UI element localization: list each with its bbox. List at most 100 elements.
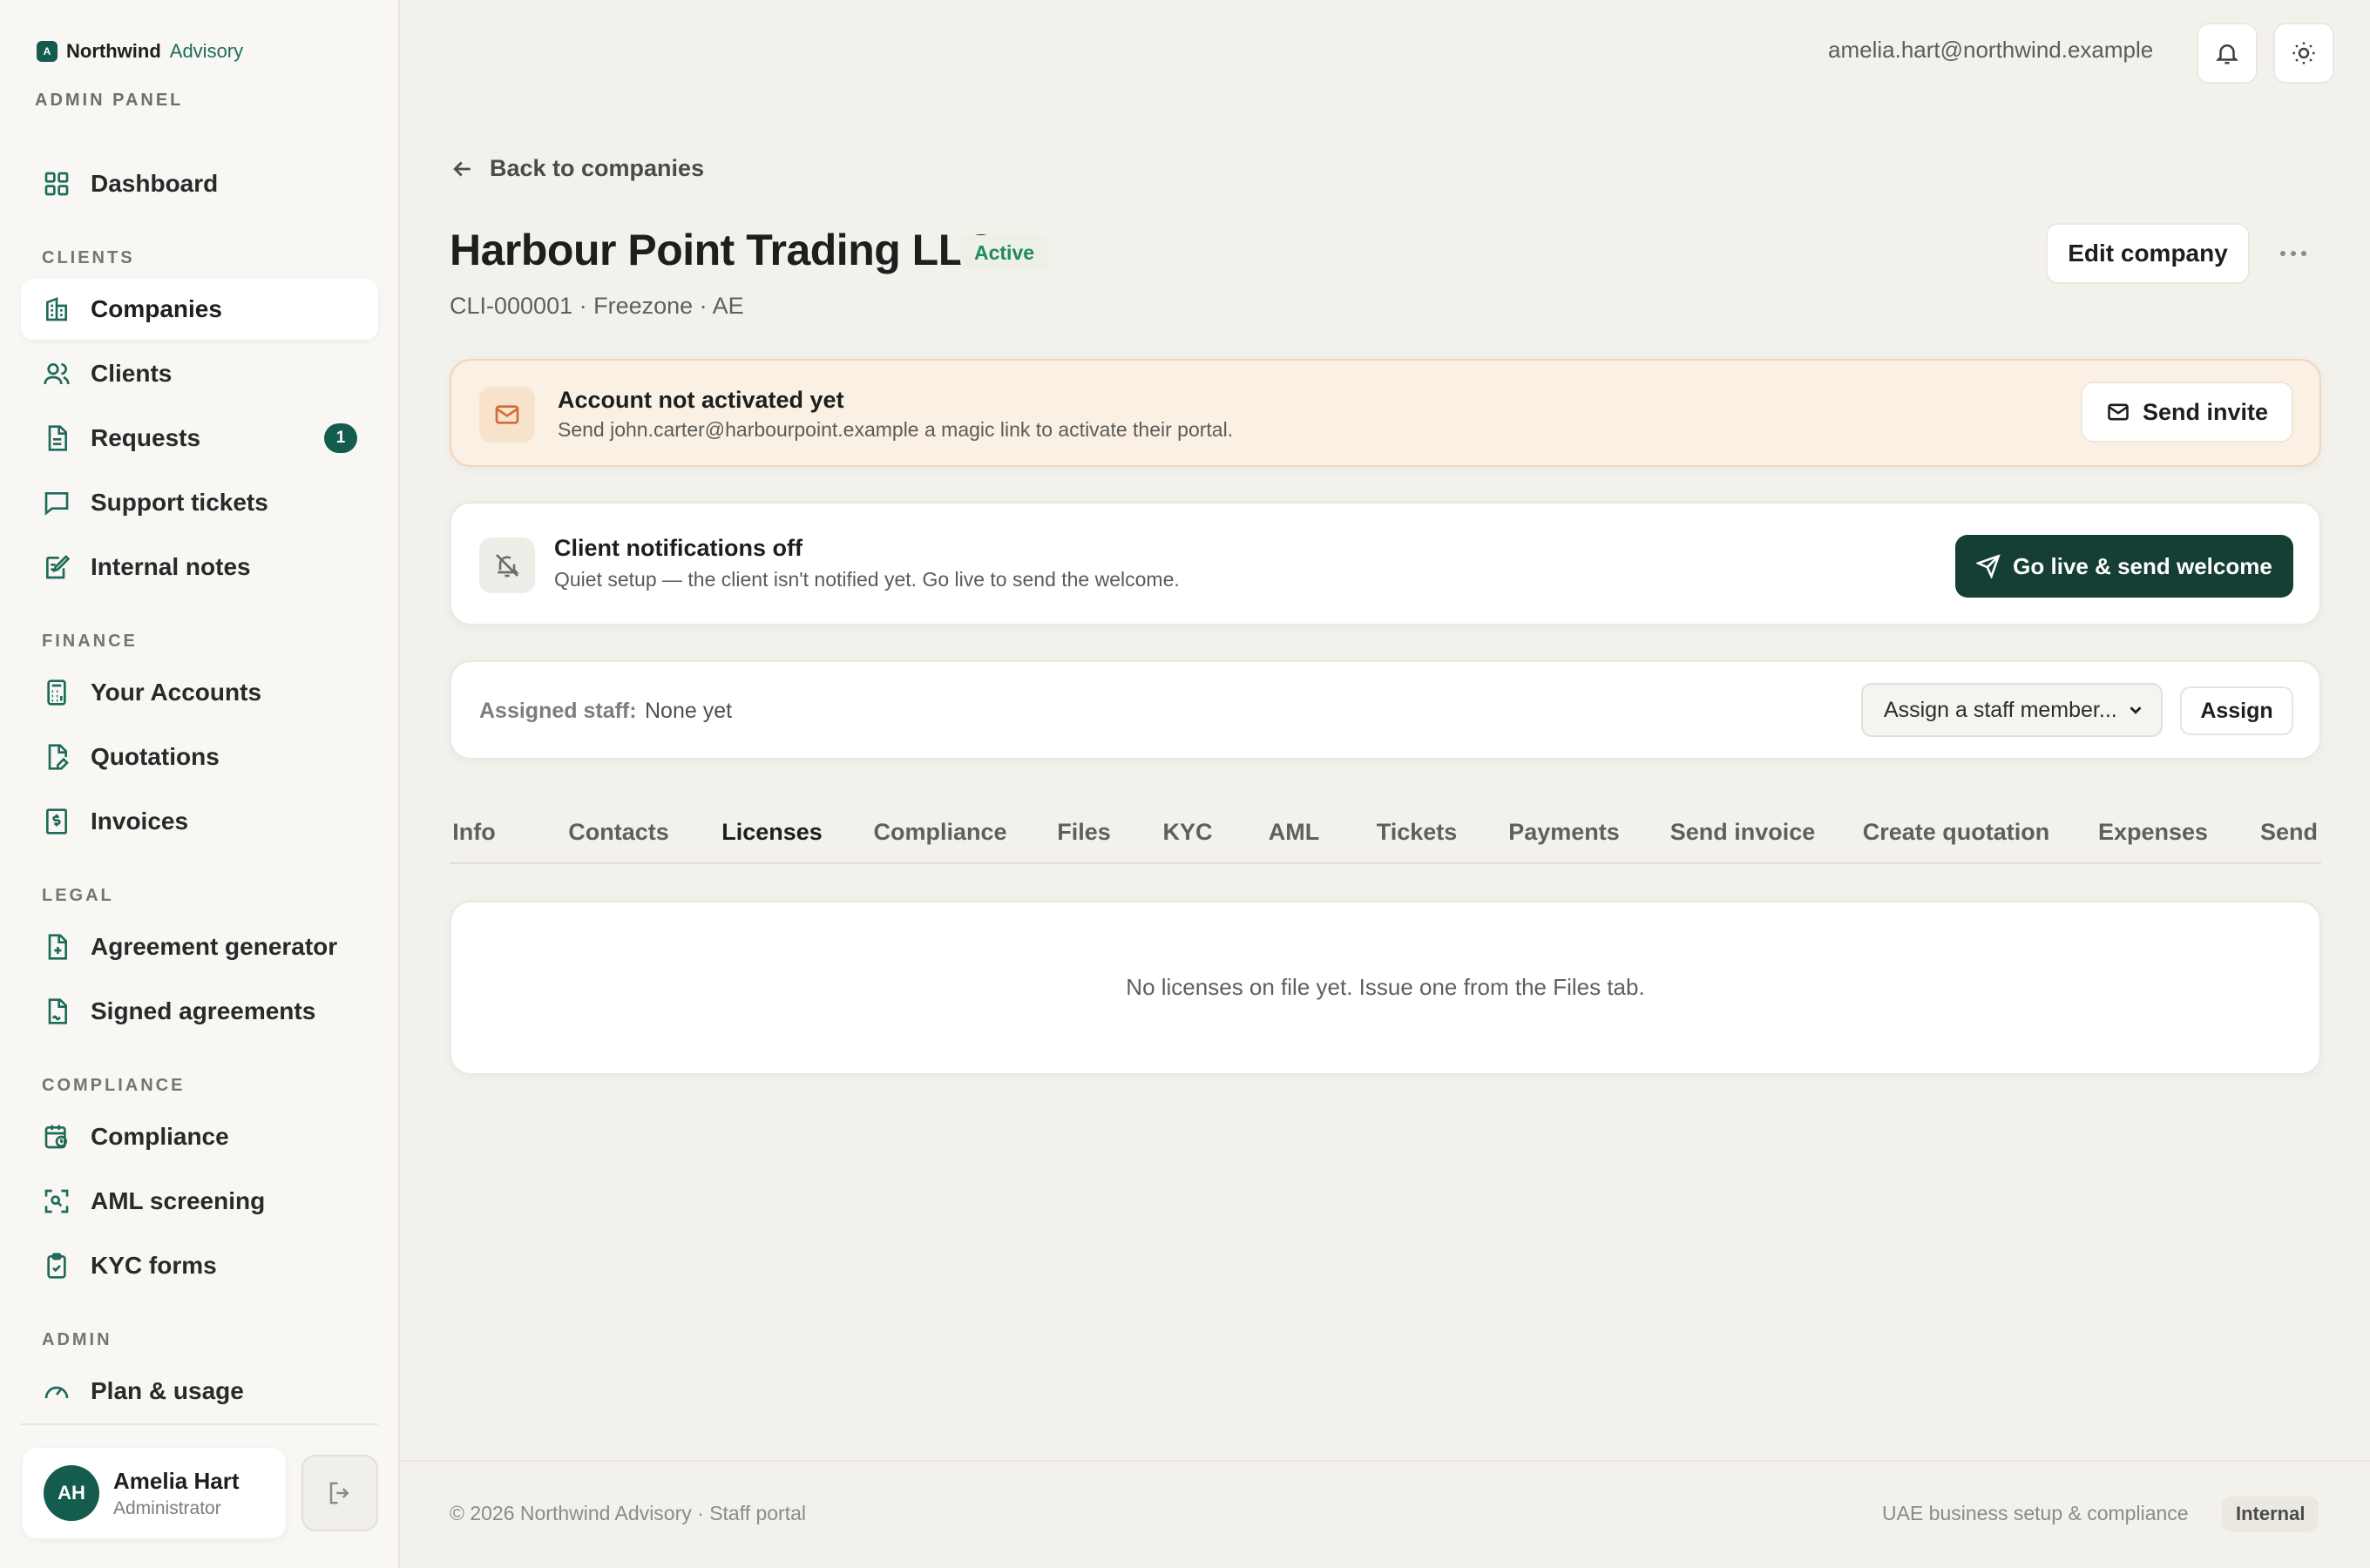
- sidebar-item-your-accounts[interactable]: Your Accounts: [21, 662, 378, 723]
- more-dot-icon: [2291, 251, 2296, 256]
- sidebar-item-requests[interactable]: Requests 1: [21, 408, 378, 469]
- nav-section-admin: ADMIN: [42, 1330, 112, 1349]
- brand-mark-icon: A: [37, 41, 58, 62]
- sidebar-item-label: Companies: [91, 295, 222, 322]
- send-invite-button[interactable]: Send invite: [2081, 382, 2293, 443]
- more-dot-icon: [2301, 251, 2306, 256]
- sidebar-item-kyc-forms[interactable]: KYC forms: [21, 1235, 378, 1296]
- tab-send-invoice[interactable]: Send invoice: [1670, 800, 1816, 862]
- sidebar-item-label: KYC forms: [91, 1252, 217, 1279]
- sidebar-item-plan-usage[interactable]: Plan & usage: [21, 1361, 378, 1422]
- file-pen-icon: [42, 742, 71, 772]
- go-live-button[interactable]: Go live & send welcome: [1955, 535, 2293, 598]
- notifications-title: Client notifications off: [554, 535, 802, 561]
- sidebar-item-label: Compliance: [91, 1123, 229, 1150]
- logout-button[interactable]: [301, 1455, 378, 1531]
- brand-name: Northwind: [66, 40, 161, 62]
- gauge-icon: [42, 1376, 71, 1406]
- sidebar-item-compliance[interactable]: Compliance: [21, 1106, 378, 1167]
- tab-files[interactable]: Files: [1057, 800, 1111, 862]
- sidebar-item-label: Internal notes: [91, 553, 251, 580]
- licenses-panel: No licenses on file yet. Issue one from …: [450, 901, 2321, 1075]
- tab-licenses[interactable]: Licenses: [701, 800, 843, 862]
- sidebar-item-dashboard[interactable]: Dashboard: [21, 153, 378, 214]
- notifications-button[interactable]: [2197, 23, 2258, 84]
- send-invite-label: Send invite: [2142, 398, 2269, 425]
- avatar: AH: [44, 1465, 99, 1521]
- sidebar-item-internal-notes[interactable]: Internal notes: [21, 537, 378, 598]
- tab-tickets[interactable]: Tickets: [1375, 800, 1459, 862]
- file-plus-icon: [42, 932, 71, 962]
- tab-info[interactable]: Info: [450, 800, 498, 862]
- nav-section-finance: FINANCE: [42, 632, 138, 651]
- edit-company-button[interactable]: Edit company: [2046, 223, 2250, 284]
- sidebar-item-quotations[interactable]: Quotations: [21, 727, 378, 787]
- sidebar-item-label: Support tickets: [91, 489, 268, 516]
- nav-section-clients: CLIENTS: [42, 248, 135, 267]
- sidebar-item-clients[interactable]: Clients: [21, 343, 378, 404]
- user-info: Amelia Hart Administrator: [113, 1468, 240, 1519]
- tab-aml[interactable]: AML: [1267, 800, 1321, 862]
- company-meta: CLI-000001 · Freezone · AE: [450, 293, 744, 319]
- sidebar-item-support-tickets[interactable]: Support tickets: [21, 472, 378, 533]
- user-role: Administrator: [113, 1497, 221, 1518]
- company-tabs: Info Contacts Licenses Compliance Files …: [450, 800, 2321, 864]
- sidebar-item-label: Agreement generator: [91, 933, 338, 960]
- mail-icon: [2108, 403, 2129, 421]
- activation-description: Send john.carter@harbourpoint.example a …: [558, 418, 1234, 441]
- tab-contacts[interactable]: Contacts: [568, 800, 669, 862]
- theme-toggle-button[interactable]: [2273, 23, 2334, 84]
- nav-section-compliance: COMPLIANCE: [42, 1076, 186, 1095]
- activation-alert: Account not activated yet Send john.cart…: [450, 359, 2321, 467]
- sidebar-item-companies[interactable]: Companies: [21, 279, 378, 340]
- mail-icon: [479, 387, 535, 443]
- file-signature-icon: [42, 997, 71, 1026]
- sidebar-item-agreement-generator[interactable]: Agreement generator: [21, 916, 378, 977]
- sidebar-item-signed-agreements[interactable]: Signed agreements: [21, 981, 378, 1042]
- sidebar-item-label: AML screening: [91, 1187, 266, 1214]
- staff-select-value: Assign a staff member...: [1884, 697, 2117, 722]
- tab-send[interactable]: Send: [2260, 800, 2321, 862]
- activation-title: Account not activated yet: [558, 387, 844, 413]
- user-card[interactable]: AH Amelia Hart Administrator: [23, 1448, 286, 1538]
- sidebar-item-invoices[interactable]: Invoices: [21, 791, 378, 852]
- assigned-staff-value: None yet: [645, 699, 733, 723]
- sidebar-nav: Dashboard CLIENTS Companies Clients Requ…: [21, 150, 378, 1425]
- sidebar-item-label: Requests: [91, 424, 201, 451]
- sidebar-item-label: Your Accounts: [91, 679, 262, 706]
- current-user-email: amelia.hart@northwind.example: [1828, 37, 2154, 63]
- back-to-companies-link[interactable]: Back to companies: [450, 155, 704, 182]
- empty-state-message: No licenses on file yet. Issue one from …: [1126, 974, 1645, 1000]
- brand-logo[interactable]: A Northwind Advisory: [37, 40, 243, 63]
- document-icon: [42, 423, 71, 453]
- requests-count-badge: 1: [324, 423, 357, 453]
- status-badge: Active: [960, 235, 1049, 270]
- panel-label: ADMIN PANEL: [35, 91, 184, 110]
- sidebar-item-aml-screening[interactable]: AML screening: [21, 1171, 378, 1232]
- sidebar-item-label: Dashboard: [91, 170, 219, 197]
- go-live-label: Go live & send welcome: [2013, 552, 2272, 579]
- scan-search-icon: [42, 1186, 71, 1216]
- back-link-label: Back to companies: [490, 155, 705, 181]
- sidebar-item-label: Signed agreements: [91, 997, 316, 1024]
- tab-kyc[interactable]: KYC: [1162, 800, 1213, 862]
- staff-member-select[interactable]: Assign a staff member...: [1861, 683, 2163, 737]
- page-title: Harbour Point Trading LLC: [450, 226, 996, 274]
- chevron-down-icon: [2130, 706, 2142, 714]
- tab-payments[interactable]: Payments: [1508, 800, 1620, 862]
- more-options-button[interactable]: [2269, 233, 2318, 274]
- calculator-icon: [42, 678, 71, 707]
- footer-divider: [400, 1460, 2370, 1462]
- footer-tagline: UAE business setup & compliance: [1882, 1502, 2189, 1524]
- tab-compliance[interactable]: Compliance: [873, 800, 1006, 862]
- receipt-icon: [42, 807, 71, 836]
- sidebar-divider: [21, 1423, 378, 1425]
- user-name: Amelia Hart: [113, 1467, 240, 1494]
- sidebar-item-label: Invoices: [91, 808, 189, 835]
- building-icon: [42, 294, 71, 324]
- bell-off-icon: [479, 537, 535, 593]
- tab-expenses[interactable]: Expenses: [2098, 800, 2208, 862]
- assign-button[interactable]: Assign: [2180, 686, 2293, 735]
- assigned-staff-label: Assigned staff:: [479, 699, 637, 723]
- tab-create-quotation[interactable]: Create quotation: [1863, 800, 2050, 862]
